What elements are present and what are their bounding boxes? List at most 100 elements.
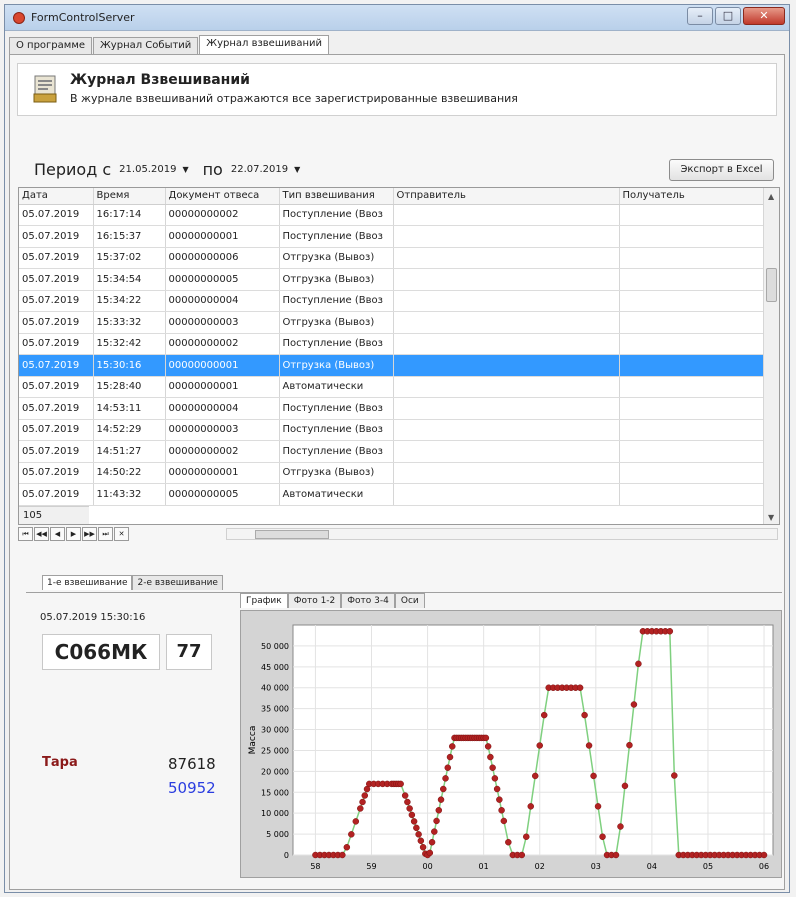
table-cell[interactable]: 05.07.2019 — [19, 440, 94, 463]
table-cell[interactable]: 00000000003 — [165, 419, 280, 441]
table-cell[interactable] — [393, 440, 620, 463]
table-cell[interactable] — [619, 354, 766, 377]
table-cell[interactable]: 05.07.2019 — [19, 247, 94, 269]
table-cell[interactable] — [393, 333, 620, 355]
table-cell[interactable]: 05.07.2019 — [19, 268, 94, 291]
column-header[interactable]: Получатель — [619, 188, 766, 205]
table-cell[interactable] — [393, 225, 620, 248]
table-cell[interactable]: 14:50:22 — [93, 462, 166, 484]
prev-page-icon[interactable]: ◀◀ — [34, 527, 49, 541]
table-cell[interactable] — [619, 225, 766, 248]
table-row[interactable]: 05.07.2019 14:50:22 00000000001 Отгрузка (В… — [19, 462, 766, 484]
table-cell[interactable] — [619, 311, 766, 334]
table-cell[interactable] — [619, 268, 766, 291]
table-cell[interactable]: Поступление (Ввоз — [279, 397, 394, 420]
tab-photo-3-4[interactable]: Фото 3-4 — [341, 593, 395, 608]
tab-chart[interactable]: График — [240, 593, 288, 608]
table-cell[interactable]: 00000000003 — [165, 311, 280, 334]
date-to-picker[interactable]: 22.07.2019 ▼ — [231, 164, 300, 175]
table-cell[interactable] — [393, 483, 620, 506]
column-header[interactable]: Документ отвеса — [165, 188, 280, 205]
table-cell[interactable]: 05.07.2019 — [19, 419, 94, 441]
table-cell[interactable]: 00000000001 — [165, 376, 280, 398]
table-row[interactable]: 05.07.2019 15:30:16 00000000001 Отгрузка (В… — [19, 354, 766, 377]
table-cell[interactable]: 05.07.2019 — [19, 333, 94, 355]
date-from-picker[interactable]: 21.05.2019 ▼ — [119, 164, 188, 175]
table-cell[interactable]: 16:17:14 — [93, 204, 166, 226]
table-cell[interactable]: 00000000004 — [165, 397, 280, 420]
table-cell[interactable]: Автоматически — [279, 376, 394, 398]
table-cell[interactable] — [393, 290, 620, 312]
column-header[interactable]: Тип взвешивания — [279, 188, 394, 205]
next-record-icon[interactable]: ▶ — [66, 527, 81, 541]
vertical-scrollbar[interactable]: ▲ ▼ — [763, 188, 779, 524]
table-cell[interactable]: 16:15:37 — [93, 225, 166, 248]
table-row[interactable]: 05.07.2019 16:15:37 00000000001 Поступление… — [19, 225, 766, 248]
scroll-down-icon[interactable]: ▼ — [768, 513, 774, 522]
prev-record-icon[interactable]: ◀ — [50, 527, 65, 541]
table-cell[interactable]: 14:52:29 — [93, 419, 166, 441]
table-cell[interactable]: 15:30:16 — [93, 354, 166, 377]
table-cell[interactable]: 05.07.2019 — [19, 397, 94, 420]
table-cell[interactable] — [393, 397, 620, 420]
table-cell[interactable]: Отгрузка (Вывоз) — [279, 247, 394, 269]
table-cell[interactable]: 00000000002 — [165, 440, 280, 463]
tab-second-weighing[interactable]: 2-е взвешивание — [132, 575, 223, 590]
table-cell[interactable]: 00000000001 — [165, 462, 280, 484]
table-cell[interactable]: 00000000005 — [165, 268, 280, 291]
maximize-button[interactable]: □ — [715, 7, 741, 25]
close-button[interactable]: ✕ — [743, 7, 785, 25]
table-row[interactable]: 05.07.2019 14:53:11 00000000004 Поступление… — [19, 397, 766, 420]
table-cell[interactable]: 05.07.2019 — [19, 462, 94, 484]
table-cell[interactable]: 05.07.2019 — [19, 290, 94, 312]
table-cell[interactable] — [619, 462, 766, 484]
table-cell[interactable]: Поступление (Ввоз — [279, 440, 394, 463]
table-cell[interactable]: 00000000001 — [165, 225, 280, 248]
tab-first-weighing[interactable]: 1-е взвешивание — [42, 575, 133, 590]
table-cell[interactable]: 00000000002 — [165, 204, 280, 226]
table-cell[interactable]: 15:34:22 — [93, 290, 166, 312]
tab-events[interactable]: Журнал Событий — [93, 37, 199, 55]
table-row[interactable]: 05.07.2019 15:28:40 00000000001 Автоматичес… — [19, 376, 766, 398]
table-cell[interactable] — [619, 419, 766, 441]
table-cell[interactable]: Поступление (Ввоз — [279, 204, 394, 226]
table-cell[interactable]: 05.07.2019 — [19, 311, 94, 334]
table-cell[interactable]: Автоматически — [279, 483, 394, 506]
table-cell[interactable]: 05.07.2019 — [19, 204, 94, 226]
table-cell[interactable]: 05.07.2019 — [19, 354, 94, 377]
table-cell[interactable]: 05.07.2019 — [19, 376, 94, 398]
horizontal-scrollbar[interactable] — [226, 528, 778, 540]
scroll-up-icon[interactable]: ▲ — [768, 192, 774, 201]
table-cell[interactable] — [619, 290, 766, 312]
table-cell[interactable] — [619, 204, 766, 226]
table-cell[interactable] — [393, 268, 620, 291]
table-cell[interactable]: Отгрузка (Вывоз) — [279, 354, 394, 377]
table-row[interactable]: 05.07.2019 15:34:54 00000000005 Отгрузка (В… — [19, 268, 766, 291]
table-row[interactable]: 05.07.2019 14:51:27 00000000002 Поступление… — [19, 440, 766, 463]
table-cell[interactable] — [619, 483, 766, 506]
column-header[interactable]: Время — [93, 188, 166, 205]
table-cell[interactable]: 14:53:11 — [93, 397, 166, 420]
table-cell[interactable] — [619, 376, 766, 398]
table-cell[interactable]: 15:34:54 — [93, 268, 166, 291]
table-cell[interactable]: Поступление (Ввоз — [279, 333, 394, 355]
cancel-icon[interactable]: ✕ — [114, 527, 129, 541]
table-cell[interactable]: Поступление (Ввоз — [279, 225, 394, 248]
table-cell[interactable]: Поступление (Ввоз — [279, 290, 394, 312]
table-cell[interactable] — [619, 247, 766, 269]
table-row[interactable]: 05.07.2019 16:17:14 00000000002 Поступление… — [19, 204, 766, 226]
table-cell[interactable]: Отгрузка (Вывоз) — [279, 311, 394, 334]
table-cell[interactable] — [393, 354, 620, 377]
table-cell[interactable]: 15:33:32 — [93, 311, 166, 334]
table-cell[interactable] — [619, 397, 766, 420]
table-cell[interactable] — [393, 204, 620, 226]
table-cell[interactable]: 00000000005 — [165, 483, 280, 506]
table-cell[interactable]: Поступление (Ввоз — [279, 419, 394, 441]
table-cell[interactable] — [619, 333, 766, 355]
tab-axes[interactable]: Оси — [394, 593, 425, 608]
table-cell[interactable]: 15:28:40 — [93, 376, 166, 398]
table-cell[interactable] — [393, 311, 620, 334]
table-row[interactable]: 05.07.2019 14:52:29 00000000003 Поступление… — [19, 419, 766, 441]
table-cell[interactable]: 05.07.2019 — [19, 225, 94, 248]
table-cell[interactable]: 05.07.2019 — [19, 483, 94, 506]
